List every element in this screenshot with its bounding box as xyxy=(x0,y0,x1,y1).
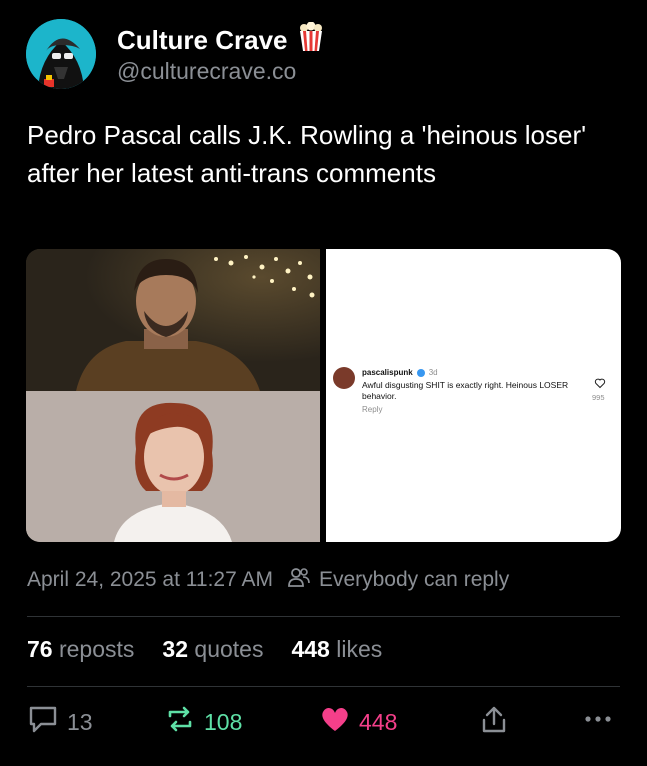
darth-vader-avatar-icon xyxy=(26,19,96,89)
reply-count: 13 xyxy=(67,708,93,735)
verified-badge-icon xyxy=(416,368,425,377)
author-name-row[interactable]: Culture Crave xyxy=(117,21,324,59)
tweet-timestamp[interactable]: April 24, 2025 at 11:27 AM xyxy=(27,568,273,592)
repost-button[interactable]: 108 xyxy=(164,704,242,740)
divider xyxy=(27,686,620,687)
quotes-stat[interactable]: 32 quotes xyxy=(162,636,263,663)
share-button[interactable] xyxy=(478,704,510,742)
repost-count: 108 xyxy=(204,708,243,735)
commenter-avatar xyxy=(333,367,355,389)
action-bar: 13 108 448 xyxy=(27,704,620,748)
popcorn-icon xyxy=(298,21,324,59)
media-attachment[interactable]: pascalispunk 3d Awful disgusting SHIT is… xyxy=(26,249,621,542)
comment-reply-link: Reply xyxy=(362,405,383,414)
commenter-username: pascalispunk xyxy=(362,368,413,377)
comment-like-count: 995 xyxy=(592,393,605,402)
reply-button[interactable]: 13 xyxy=(27,704,93,740)
share-icon xyxy=(478,704,510,742)
heart-filled-icon xyxy=(319,704,351,740)
pedro-pascal-photo[interactable] xyxy=(26,249,320,391)
comment-text: Awful disgusting SHIT is exactly right. … xyxy=(362,380,569,401)
engagement-stats: 76 reposts 32 quotes 448 likes xyxy=(27,636,382,663)
people-icon xyxy=(287,566,311,594)
tweet-meta: April 24, 2025 at 11:27 AM Everybody can… xyxy=(27,566,509,594)
heart-outline-icon xyxy=(594,376,606,394)
author-avatar[interactable] xyxy=(26,19,96,89)
like-count: 448 xyxy=(359,708,398,735)
like-button[interactable]: 448 xyxy=(319,704,397,740)
jk-rowling-photo[interactable] xyxy=(26,391,320,542)
comment-age: 3d xyxy=(428,368,438,377)
instagram-comment-screenshot[interactable]: pascalispunk 3d Awful disgusting SHIT is… xyxy=(326,249,621,542)
divider xyxy=(27,616,620,617)
tweet-text: Pedro Pascal calls J.K. Rowling a 'heino… xyxy=(27,120,587,188)
reposts-stat[interactable]: 76 reposts xyxy=(27,636,134,663)
author-display-name[interactable]: Culture Crave xyxy=(117,25,288,56)
reply-audience: Everybody can reply xyxy=(318,568,510,591)
likes-stat[interactable]: 448 likes xyxy=(291,636,382,663)
more-dots-icon xyxy=(582,704,614,740)
author-handle[interactable]: @culturecrave.co xyxy=(117,58,296,85)
reply-icon xyxy=(27,704,59,740)
repost-icon xyxy=(164,704,196,740)
more-options-button[interactable] xyxy=(582,704,614,740)
